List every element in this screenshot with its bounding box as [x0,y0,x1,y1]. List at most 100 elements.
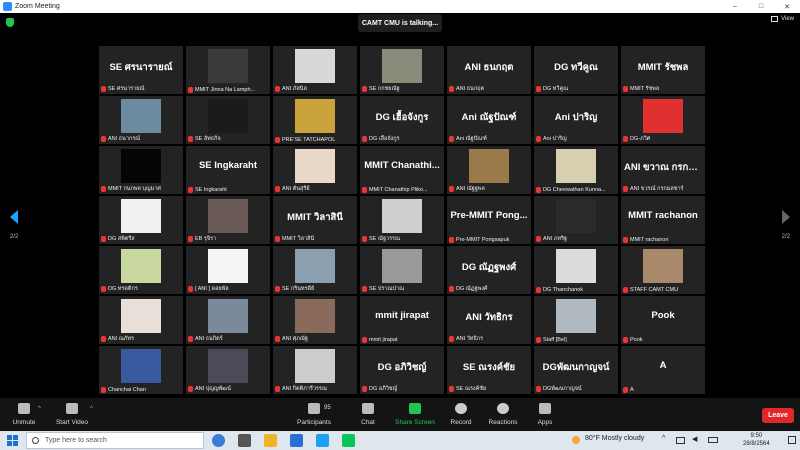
participant-tile[interactable]: SE ณัฐวรรณ [360,196,444,244]
participant-tile[interactable]: MMIT Chanathi... MMIT Chanathip Pliko... [360,146,444,194]
participant-tile[interactable]: DG-ภวิศ [621,96,705,144]
participant-tile[interactable]: ANI ธนกิตร์ [186,296,270,344]
leave-button[interactable]: Leave [762,408,794,423]
start-video-button[interactable]: Start Video [42,403,102,426]
muted-mic-icon [101,286,106,292]
participant-tile[interactable]: ANI ศุภณัฐ [273,296,357,344]
participant-tile[interactable]: Pook Pook [621,296,705,344]
participant-tile[interactable]: ANI ณภัทร [99,296,183,344]
participant-tile[interactable]: MMIT รัชพล MMIT รัชพล [621,46,705,94]
participant-tile[interactable]: DG สพิตรีส [99,196,183,244]
participant-tile[interactable]: ANI ณัฐฐพล [447,146,531,194]
mail-icon[interactable] [290,434,303,447]
muted-mic-icon [275,137,280,143]
participant-tile[interactable]: PRE'SE TATCHAPOL [273,96,357,144]
participant-name-label: ANI กิตติภารีวรรณ [282,386,327,392]
participant-tile[interactable]: Ani ปาริญ Ani ปาริญ [534,96,618,144]
participant-tile[interactable]: ANI ปุญญพัฒน์ [186,346,270,394]
notification-icon[interactable] [788,436,796,444]
participant-tile[interactable]: EB รุจิรา [186,196,270,244]
previous-page-arrow-icon[interactable] [10,210,18,224]
task-view-icon[interactable] [238,434,251,447]
participant-nametag: MMIT rachanon [623,237,703,243]
next-page-arrow-icon[interactable] [782,210,790,224]
participant-tile[interactable]: SE Ingkaraht SE Ingkaraht [186,146,270,194]
weather-icon[interactable] [572,436,580,444]
participant-tile[interactable]: ANI กิตติภารีวรรณ [273,346,357,394]
participant-tile[interactable]: DGพัฒนกาญจน์ DGพัฒนกาญจน์ [534,346,618,394]
show-hidden-icons-chevron-icon[interactable]: ^ [662,435,665,442]
participant-nametag: DG อภิวิชญ์ [362,385,442,393]
participant-tile[interactable]: MMIT กนกพล บุญมาศ [99,146,183,194]
participant-tile[interactable]: DG อภิวิชญ์ DG อภิวิชญ์ [360,346,444,394]
participant-name-label: SE ณรงค์ชัย [456,386,487,392]
participant-tile[interactable]: MMIT Jinna Na Lamph... [186,46,270,94]
muted-mic-icon [101,86,106,92]
volume-icon[interactable]: ◀ [692,435,697,443]
participant-tile[interactable]: SE ปราณปาณ [360,246,444,294]
participant-tile[interactable]: SE ศรนารายณ์ SE ศรนารายณ์ [99,46,183,94]
participant-tile[interactable]: ANI ต้นสุรีย์ [273,146,357,194]
participant-tile[interactable]: Chanchai Chan [99,346,183,394]
taskbar-search-input[interactable]: Type here to search [26,432,204,449]
participant-tile[interactable]: MMIT rachanon MMIT rachanon [621,196,705,244]
participant-tile[interactable]: SE กรินทรดีย์ [273,246,357,294]
participant-tile[interactable]: MMIT วิลาสินี MMIT วิลาสินี [273,196,357,244]
participant-name-label: ANI ณัฐฐพล [456,186,485,192]
zoom-taskbar-icon[interactable] [316,434,329,447]
participant-tile[interactable]: ANI ภทริฐ [534,196,618,244]
battery-icon[interactable] [708,437,718,443]
cortana-icon[interactable] [212,434,225,447]
participants-button[interactable]: Participants [284,403,344,426]
line-app-icon[interactable] [342,434,355,447]
minimize-button[interactable]: – [722,3,748,10]
participant-tile[interactable]: ANI วัทธิกร ANI วัทธิกร [447,296,531,344]
video-options-chevron-icon[interactable]: ^ [90,406,93,412]
encryption-shield-icon[interactable] [6,18,14,27]
participant-tile[interactable]: DG เฮื้อจังกูร DG เฮื้อจังกูร [360,96,444,144]
taskbar-clock[interactable]: 9:50 28/8/2564 [743,432,770,448]
participants-label: Participants [297,419,331,426]
participant-tile[interactable]: SE กกชยณัฐ [360,46,444,94]
muted-mic-icon [623,287,628,293]
participant-tile[interactable]: ANI ธนากรณ์ [99,96,183,144]
participant-tile[interactable]: Pre-MMIT Pong... Pre-MMIT Pongsapuk [447,196,531,244]
participant-tile[interactable]: STAFF CAMT CMU [621,246,705,294]
participant-tile[interactable]: SE อัทธกิจ [186,96,270,144]
weather-text[interactable]: 80°F Mostly cloudy [585,435,644,442]
participant-name-label: Ani ณัฐปัณฑ์ [456,136,487,142]
participant-tile[interactable]: DG ณัฏฐพงศ์ DG ณัฏฐพงศ์ [447,246,531,294]
clock-date: 28/8/2564 [743,441,770,447]
participant-name-label: ANI ขวรณ์ กรกมลชาร์ [630,186,684,192]
audio-options-chevron-icon[interactable]: ^ [38,406,41,412]
participant-nametag: ANI ภัสนิล [275,85,355,93]
participant-name-label: SE กกชยณัฐ [369,86,400,92]
participant-name-label: ANI ปุญญพัฒน์ [195,386,231,392]
participant-tile[interactable]: ANI ธนกฤต ANI ธนกฤต [447,46,531,94]
participant-tile[interactable]: ANI ขวาณ กรกม... ANI ขวรณ์ กรกมลชาร์ [621,146,705,194]
chat-icon [362,403,374,414]
participant-display-name: Ani ปาริญ [554,112,598,123]
participant-tile[interactable]: Ani ณัฐปัณฑ์ Ani ณัฐปัณฑ์ [447,96,531,144]
participant-name-label: ANI ธนากรณ์ [108,136,141,142]
participant-tile[interactable]: DG Thanchanok [534,246,618,294]
participant-nametag: SE ณรงค์ชัย [449,385,529,393]
close-button[interactable]: ✕ [774,3,800,11]
participant-nametag: DGพัฒนกาญจน์ [536,385,616,393]
participant-tile[interactable]: mmit jirapat mmit jirapat [360,296,444,344]
participant-tile[interactable]: DG Cheewathan Kunna... [534,146,618,194]
network-icon[interactable] [676,437,685,444]
file-explorer-icon[interactable] [264,434,277,447]
participant-tile[interactable]: Staff [Bel] [534,296,618,344]
maximize-button[interactable]: □ [748,3,774,10]
participant-tile[interactable]: ANI ภัสนิล [273,46,357,94]
windows-start-icon[interactable] [7,435,18,446]
participant-tile[interactable]: AA [621,346,705,394]
view-button[interactable]: View [771,16,794,22]
participant-tile[interactable]: DG ทรดติกร [99,246,183,294]
participant-tile[interactable]: [ ANI ] ดอยพัล [186,246,270,294]
participant-video [208,99,248,133]
participant-tile[interactable]: SE ณรงค์ชัย SE ณรงค์ชัย [447,346,531,394]
participant-tile[interactable]: DG ทวีคูณ DG ทวีคูณ [534,46,618,94]
apps-button[interactable]: Apps [515,403,575,426]
